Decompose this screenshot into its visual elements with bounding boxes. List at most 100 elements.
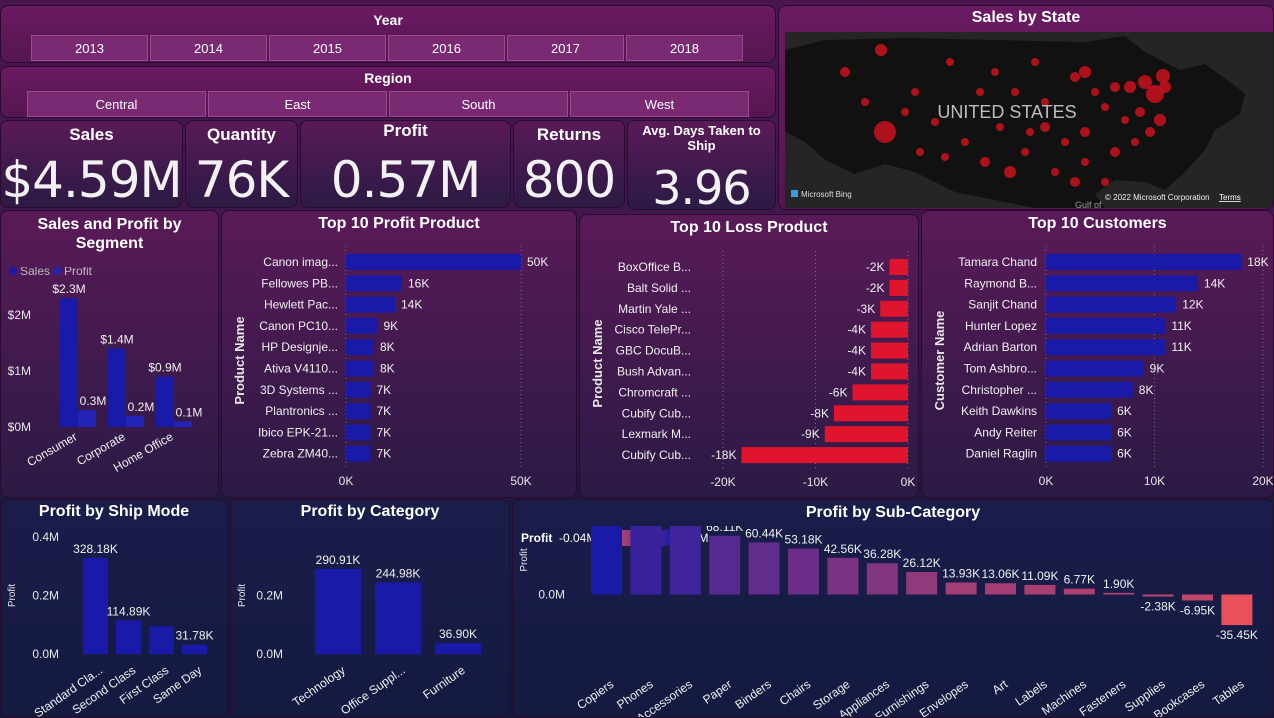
data-label: $0.9M	[148, 361, 181, 375]
data-label: 9K	[384, 319, 399, 333]
category-label: Sanjit Chand	[968, 298, 1037, 312]
y-axis-label: Customer Name	[932, 311, 947, 411]
year-option-2018[interactable]: 2018	[626, 35, 743, 61]
bar	[1046, 317, 1166, 334]
category-label: Chromcraft ...	[618, 385, 691, 399]
data-label: 13.06K	[981, 567, 1019, 581]
data-label: 0.1M	[176, 405, 203, 419]
bar	[985, 583, 1016, 595]
state-bubble	[1070, 177, 1080, 187]
region-option-east[interactable]: East	[208, 91, 387, 117]
data-label: 16K	[408, 276, 429, 290]
data-label: -4K	[847, 344, 866, 358]
map-title: Sales by State	[971, 9, 1081, 26]
category-label: Canon PC10...	[259, 319, 338, 333]
state-bubble	[1101, 103, 1109, 111]
data-label: 9K	[1150, 362, 1165, 376]
kpi-value: $4.59M	[1, 151, 182, 208]
data-label: 114.89K	[107, 604, 151, 618]
bar	[346, 360, 374, 377]
data-label: 8K	[1139, 383, 1154, 397]
category-label: Canon imag...	[263, 255, 338, 269]
data-label: 8K	[380, 362, 395, 376]
state-bubble	[976, 88, 984, 96]
ship-mode-panel: Profit by Ship Mode Profit 0.0M 0.2M 0.4M 32…	[0, 499, 228, 718]
region-slicer: Region Central East South West	[0, 66, 776, 118]
bar	[1046, 296, 1177, 313]
year-option-2016[interactable]: 2016	[388, 35, 505, 61]
data-label: -6K	[829, 385, 848, 399]
kpi-profit: Profit 0.57M	[300, 120, 511, 208]
bar	[1046, 445, 1112, 462]
data-label: 7K	[377, 404, 392, 418]
category-label: Daniel Raglin	[966, 447, 1037, 461]
map-terms-link[interactable]: Terms	[1219, 193, 1241, 202]
category-label: Consumer	[25, 429, 80, 469]
region-option-central[interactable]: Central	[27, 91, 206, 117]
legend-entry: Sales	[20, 267, 50, 278]
data-label: 11K	[1171, 319, 1191, 333]
bar	[1046, 275, 1198, 292]
year-option-2015[interactable]: 2015	[269, 35, 386, 61]
year-option-2013[interactable]: 2013	[31, 35, 148, 61]
windows-icon	[791, 190, 798, 197]
bar	[871, 321, 908, 338]
region-option-west[interactable]: West	[570, 91, 749, 117]
bar	[889, 279, 908, 296]
bar	[871, 342, 908, 359]
y-tick-label: 0.4M	[32, 530, 59, 544]
kpi-title: Avg. Days Taken to Ship	[642, 123, 761, 153]
bar	[346, 339, 374, 356]
region-slicer-title: Region	[364, 70, 412, 86]
state-bubble	[1004, 166, 1016, 178]
x-tick-label: 20K	[1252, 474, 1273, 488]
segment-chart-panel: Sales and Profit by Segment Sales Profit $…	[0, 210, 219, 498]
category-label: Balt Solid ...	[627, 281, 691, 295]
data-label: 7K	[377, 383, 392, 397]
y-tick-label: 0.0M	[32, 647, 59, 661]
y-axis-label: Profit	[237, 584, 248, 608]
data-label: 8K	[380, 340, 395, 354]
legend-marker	[9, 267, 17, 275]
data-label: 50K	[527, 255, 548, 269]
x-tick-label: 0K	[1039, 474, 1054, 488]
bar	[1046, 254, 1242, 270]
data-label: 42.56K	[824, 542, 862, 556]
bar	[346, 381, 371, 398]
category-label: Copiers	[574, 677, 616, 712]
data-label: 11.09K	[1021, 569, 1058, 583]
bar	[315, 568, 361, 654]
data-label: 11K	[1171, 340, 1191, 354]
data-label: 26.12K	[903, 556, 941, 570]
region-option-south[interactable]: South	[389, 91, 568, 117]
sub-category-title: Profit by Sub-Category	[805, 504, 981, 521]
category-label: 3D Systems ...	[260, 383, 338, 397]
map-country-label: UNITED STATES	[937, 102, 1076, 122]
state-bubble	[901, 108, 909, 116]
y-axis-label: Product Name	[590, 319, 605, 407]
state-bubble	[991, 68, 999, 76]
x-tick-label: 0K	[339, 474, 354, 488]
data-label: 0.2M	[128, 400, 155, 414]
map-canvas[interactable]: UNITED STATES Gulf of Microsoft Bing © 2…	[785, 32, 1273, 208]
bar	[149, 626, 174, 654]
top-customers-chart: Customer Name 0K 10K 20K Tamara Chand 18K Raym…	[932, 246, 1273, 488]
category-chart: Profit 0.0M 0.2M 290.91K Technology 244.98K Of…	[237, 553, 481, 717]
state-bubble	[1091, 88, 1099, 96]
bar	[630, 526, 662, 595]
x-tick-label: -20K	[710, 475, 735, 489]
bar	[108, 348, 126, 427]
year-option-2017[interactable]: 2017	[507, 35, 624, 61]
data-label: 18K	[1247, 255, 1268, 269]
segment-chart: Sales Profit $0M $1M $2M $2.3M 0.3M Consumer $1.…	[8, 267, 203, 475]
map-copyright: © 2022 Microsoft Corporation	[1105, 193, 1210, 202]
y-axis-label: Product Name	[232, 316, 247, 404]
category-label: Cubify Cub...	[622, 406, 691, 420]
data-label: 36.90K	[439, 627, 477, 641]
bing-logo: Microsoft Bing	[801, 190, 852, 199]
category-label: Paper	[700, 677, 734, 707]
state-bubble	[1154, 114, 1166, 126]
category-label: Ativa V4110...	[264, 362, 338, 376]
year-option-2014[interactable]: 2014	[150, 35, 267, 61]
top-customers-panel: Top 10 Customers Customer Name 0K 10K 20K Ta…	[921, 210, 1274, 498]
